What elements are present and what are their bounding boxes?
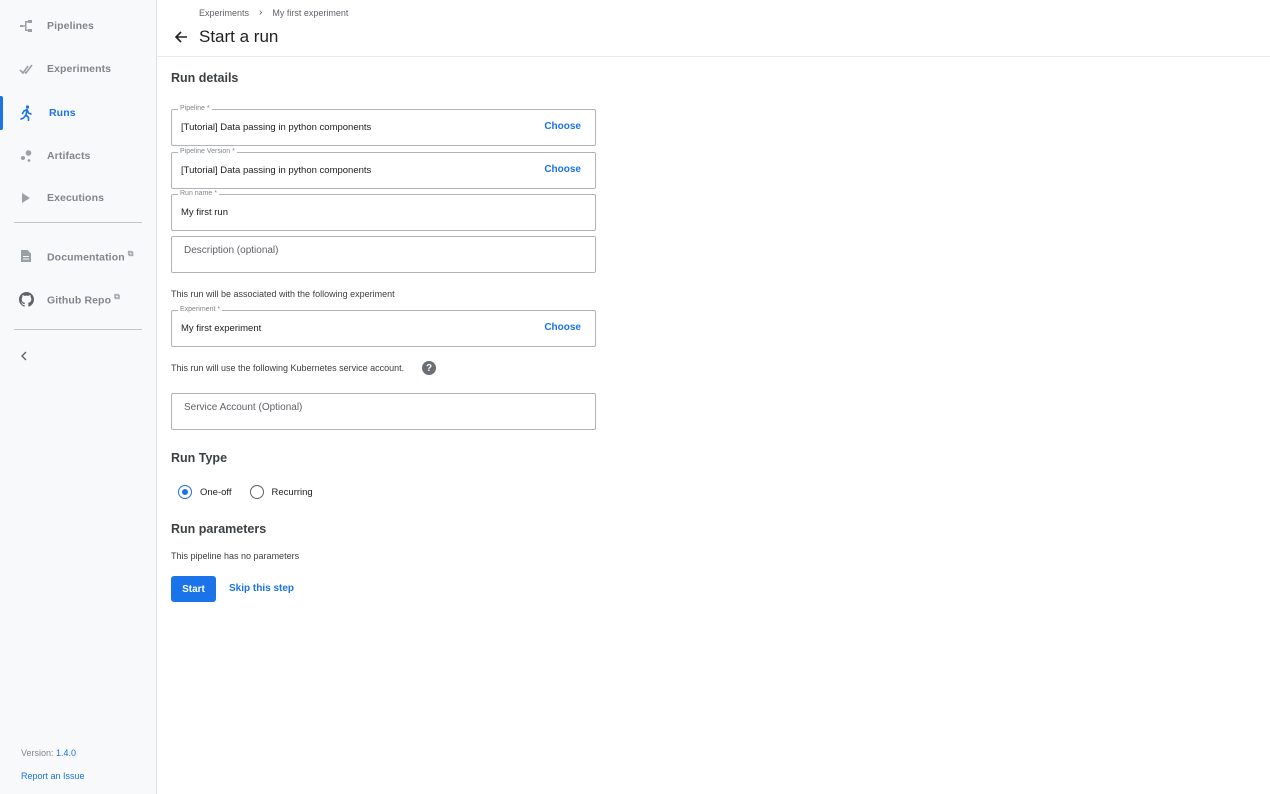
sidebar-divider bbox=[14, 329, 142, 330]
external-link-icon: ⧉ bbox=[127, 248, 134, 258]
version-link[interactable]: 1.4.0 bbox=[56, 748, 76, 758]
breadcrumb: Experiments › My first experiment bbox=[199, 7, 348, 18]
radio-checked-icon bbox=[178, 485, 192, 499]
help-icon[interactable]: ? bbox=[422, 361, 436, 375]
collapse-sidebar-button[interactable] bbox=[16, 348, 32, 364]
sidebar-item-label: Artifacts bbox=[47, 150, 91, 162]
sidebar-link-documentation[interactable]: Documentation ⧉ bbox=[0, 239, 156, 273]
report-issue-link[interactable]: Report an Issue bbox=[21, 771, 85, 781]
run-name-field-label: Run name * bbox=[178, 189, 219, 199]
page-title: Start a run bbox=[199, 27, 279, 46]
choose-pipeline-version-button[interactable]: Choose bbox=[544, 164, 581, 175]
pipeline-field-label: Pipeline * bbox=[178, 104, 212, 114]
version-info: Version: 1.4.0 bbox=[21, 748, 77, 758]
play-icon bbox=[17, 189, 35, 207]
pipeline-version-field-value: [Tutorial] Data passing in python compon… bbox=[181, 165, 372, 176]
service-account-note: This run will use the following Kubernet… bbox=[171, 363, 405, 373]
header-divider bbox=[157, 56, 1270, 57]
experiment-field-label: Experiment * bbox=[178, 305, 223, 315]
radio-label: Recurring bbox=[271, 486, 313, 498]
github-icon bbox=[17, 290, 35, 308]
sidebar-item-label: Runs bbox=[49, 107, 76, 119]
experiment-field[interactable]: Experiment * My first experiment Choose bbox=[171, 305, 596, 347]
choose-experiment-button[interactable]: Choose bbox=[544, 322, 581, 333]
runs-icon bbox=[17, 104, 35, 122]
radio-unchecked-icon bbox=[249, 485, 264, 499]
experiment-field-value: My first experiment bbox=[181, 323, 262, 334]
sidebar-item-label: Executions bbox=[47, 192, 105, 204]
breadcrumb-experiment[interactable]: My first experiment bbox=[272, 8, 348, 18]
radio-one-off[interactable]: One-off bbox=[178, 485, 232, 499]
run-parameters-title: Run parameters bbox=[171, 522, 267, 536]
run-type-radio-group: One-off Recurring bbox=[178, 485, 331, 499]
no-parameters-text: This pipeline has no parameters bbox=[171, 551, 300, 561]
sidebar-item-experiments[interactable]: Experiments bbox=[0, 52, 156, 86]
description-placeholder: Description (optional) bbox=[184, 245, 279, 256]
pipeline-field[interactable]: Pipeline * [Tutorial] Data passing in py… bbox=[171, 104, 596, 146]
radio-recurring[interactable]: Recurring bbox=[249, 485, 313, 499]
run-name-field[interactable]: Run name * My first run bbox=[171, 189, 596, 231]
experiments-icon bbox=[17, 60, 35, 78]
artifacts-icon bbox=[17, 147, 35, 165]
pipeline-version-field-label: Pipeline Version * bbox=[178, 147, 237, 157]
radio-label: One-off bbox=[200, 486, 232, 498]
external-link-icon: ⧉ bbox=[114, 291, 120, 301]
document-icon bbox=[17, 247, 35, 265]
sidebar-divider bbox=[14, 222, 142, 223]
service-account-field[interactable]: Service Account (Optional) bbox=[171, 393, 596, 430]
description-field[interactable]: Description (optional) bbox=[171, 236, 596, 273]
service-account-placeholder: Service Account (Optional) bbox=[184, 402, 303, 413]
breadcrumb-separator: › bbox=[259, 7, 263, 18]
sidebar-item-pipelines[interactable]: Pipelines bbox=[0, 9, 156, 43]
chevron-left-icon bbox=[21, 351, 27, 361]
run-type-title: Run Type bbox=[171, 451, 228, 465]
sidebar-item-runs[interactable]: Runs bbox=[0, 96, 156, 130]
skip-step-button[interactable]: Skip this step bbox=[229, 583, 294, 594]
sidebar-item-label: Pipelines bbox=[47, 20, 95, 32]
arrow-back-icon bbox=[174, 31, 187, 43]
sidebar-item-executions[interactable]: Executions bbox=[0, 181, 156, 215]
experiment-note: This run will be associated with the fol… bbox=[171, 289, 395, 299]
sidebar: Pipelines Experiments Runs Artifacts Exe… bbox=[0, 0, 157, 794]
sidebar-link-github[interactable]: Github Repo ⧉ bbox=[0, 282, 156, 316]
sidebar-item-artifacts[interactable]: Artifacts bbox=[0, 139, 156, 173]
sidebar-link-label: Documentation bbox=[47, 251, 125, 264]
pipelines-icon bbox=[17, 17, 35, 35]
run-name-field-value: My first run bbox=[181, 207, 228, 218]
breadcrumb-experiments[interactable]: Experiments bbox=[199, 8, 249, 18]
pipeline-version-field[interactable]: Pipeline Version * [Tutorial] Data passi… bbox=[171, 147, 596, 189]
run-details-title: Run details bbox=[171, 71, 239, 85]
sidebar-item-label: Experiments bbox=[47, 63, 112, 75]
back-button[interactable] bbox=[172, 28, 190, 46]
sidebar-link-label: Github Repo bbox=[47, 294, 112, 307]
start-button[interactable]: Start bbox=[171, 576, 216, 602]
choose-pipeline-button[interactable]: Choose bbox=[544, 121, 581, 132]
pipeline-field-value: [Tutorial] Data passing in python compon… bbox=[181, 122, 372, 133]
